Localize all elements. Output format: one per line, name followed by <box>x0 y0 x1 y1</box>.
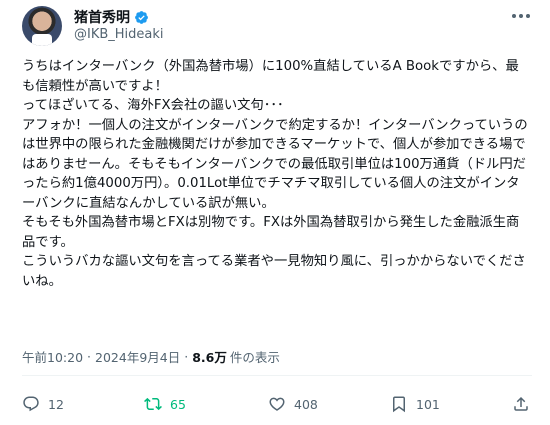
bookmark-count: 101 <box>416 396 440 412</box>
meta-separator: · <box>184 349 189 364</box>
verified-badge-icon <box>135 10 148 24</box>
like-button[interactable]: 408 <box>268 392 318 416</box>
tweet-paragraph: ってほざいてる、海外FX会社の謳い文句･･･ <box>22 98 284 113</box>
author-display-name[interactable]: 猪首秀明 <box>74 7 130 27</box>
tweet-meta: 午前10:20 · 2024年9月4日 · 8.6万 件の表示 <box>22 347 280 366</box>
bookmark-button[interactable]: 101 <box>390 392 440 416</box>
author-name-row: 猪首秀明 <box>74 7 149 27</box>
like-count: 408 <box>294 396 318 412</box>
meta-separator: · <box>87 349 92 364</box>
tweet-paragraph: そもそも外国為替市場とFXは別物です。FXは外国為替取引から発生した金融派生商品… <box>22 215 520 250</box>
views-label: 件の表示 <box>229 350 280 365</box>
reply-icon <box>23 396 39 412</box>
bookmark-icon <box>393 396 405 413</box>
avatar[interactable] <box>22 6 62 46</box>
tweet-date[interactable]: 2024年9月4日 <box>95 347 180 366</box>
tweet-paragraph: うちはインターバンク（外国為替市場）に100%直結しているA Bookですから、… <box>22 59 519 94</box>
reply-button[interactable]: 12 <box>22 392 64 416</box>
retweet-count: 65 <box>170 396 186 412</box>
tweet-paragraph: アフォか！一個人の注文がインターバンクで約定するか！インターバンクっていうのは世… <box>22 117 528 211</box>
share-icon <box>514 396 528 411</box>
tweet-body: うちはインターバンク（外国為替市場）に100%直結しているA Bookですから、… <box>22 57 532 291</box>
reply-count: 12 <box>48 396 64 412</box>
tweet-header: 猪首秀明 @IKB_Hideaki <box>22 6 532 46</box>
tweet-paragraph: こういうバカな謳い文句を言ってる業者や一見物知り風に、引っかからないでくださいね… <box>22 254 526 289</box>
heart-icon <box>269 397 285 411</box>
author-handle[interactable]: @IKB_Hideaki <box>74 27 164 42</box>
action-bar: 12 65 408 101 <box>22 392 532 418</box>
tweet-time[interactable]: 午前10:20 <box>22 347 83 366</box>
retweet-button[interactable]: 65 <box>144 392 186 416</box>
share-button[interactable] <box>512 392 530 416</box>
divider <box>22 375 532 376</box>
retweet-icon <box>144 397 162 411</box>
more-horizontal-icon[interactable] <box>512 10 532 22</box>
views-count: 8.6万 <box>192 350 227 365</box>
